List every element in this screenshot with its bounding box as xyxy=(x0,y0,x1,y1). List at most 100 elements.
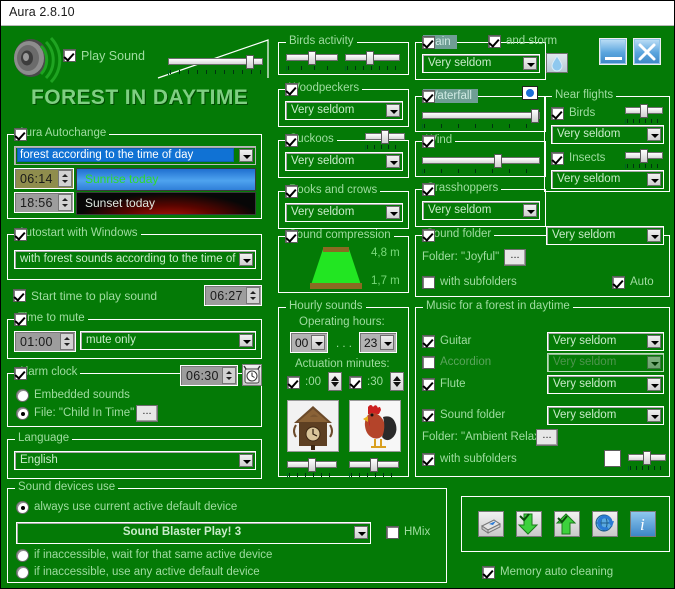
near-flights-birds-combo[interactable]: Very seldom xyxy=(551,125,664,144)
play-sound-checkbox[interactable] xyxy=(63,49,76,62)
rain-checkbox[interactable] xyxy=(422,36,435,49)
master-volume-slider[interactable] xyxy=(168,55,263,75)
music-blank-checkbox[interactable] xyxy=(604,450,621,467)
spinner-updown-icon[interactable] xyxy=(58,194,72,211)
chevron-down-icon[interactable] xyxy=(523,204,537,217)
chevron-down-icon[interactable] xyxy=(386,104,400,117)
device-any-radio[interactable] xyxy=(16,566,29,579)
sunrise-time-spinner[interactable]: 06:14 xyxy=(14,168,74,189)
start-time-checkbox[interactable] xyxy=(13,289,26,302)
near-flights-insects-slider[interactable] xyxy=(625,149,663,169)
chevron-down-icon[interactable] xyxy=(380,335,394,350)
waterfall-dot-button[interactable] xyxy=(522,86,538,100)
near-flights-insects-checkbox[interactable] xyxy=(551,152,564,165)
slider-thumb[interactable] xyxy=(494,154,502,168)
sound-folder-top-subfolders-checkbox[interactable] xyxy=(422,276,435,289)
info-icon[interactable]: i xyxy=(630,511,656,537)
alarm-time-spinner[interactable]: 06:30 xyxy=(180,365,238,386)
chevron-down-icon[interactable] xyxy=(239,454,253,467)
minute-30-checkbox[interactable] xyxy=(349,376,362,389)
spinner-updown-icon[interactable] xyxy=(60,333,74,350)
printer-icon[interactable] xyxy=(478,511,504,537)
hourly-slider-right[interactable] xyxy=(349,458,399,478)
hour-to-select[interactable]: 23 xyxy=(359,332,397,353)
sunset-time-spinner[interactable]: 18:56 xyxy=(14,192,74,213)
spinner-updown-icon[interactable] xyxy=(58,170,72,187)
cuckoos-slider[interactable] xyxy=(365,130,405,150)
memory-auto-cleaning-checkbox[interactable] xyxy=(482,566,495,579)
sound-folder-top-auto-checkbox[interactable] xyxy=(612,276,625,289)
chevron-down-icon[interactable] xyxy=(647,378,661,391)
chevron-down-icon[interactable] xyxy=(354,526,368,539)
alarm-clock-icon[interactable] xyxy=(242,364,262,386)
music-guitar-checkbox[interactable] xyxy=(422,335,435,348)
chevron-down-icon[interactable] xyxy=(311,335,325,350)
autostart-checkbox[interactable] xyxy=(14,228,27,241)
spinner-updown-icon[interactable] xyxy=(246,287,260,304)
music-accordion-checkbox[interactable] xyxy=(422,356,435,369)
close-button[interactable] xyxy=(633,38,661,65)
file-sound-radio[interactable] xyxy=(16,407,29,420)
hour-from-select[interactable]: 00 xyxy=(290,332,328,353)
slider-thumb[interactable] xyxy=(366,51,374,65)
cuckoos-checkbox[interactable] xyxy=(285,134,298,147)
rain-combo[interactable]: Very seldom xyxy=(422,54,540,73)
waterfall-slider[interactable] xyxy=(422,109,540,129)
grasshoppers-combo[interactable]: Very seldom xyxy=(422,201,540,220)
hmix-checkbox[interactable] xyxy=(386,526,399,539)
water-droplet-icon[interactable] xyxy=(546,53,568,73)
music-folder-browse-button[interactable]: ... xyxy=(536,429,558,446)
chevron-down-icon[interactable] xyxy=(647,335,661,348)
autochange-mode-combo[interactable]: forest according to the time of day xyxy=(14,146,256,165)
alarm-file-browse-button[interactable]: ... xyxy=(136,405,158,422)
woodpeckers-combo[interactable]: Very seldom xyxy=(285,101,403,120)
chevron-down-icon[interactable] xyxy=(647,356,661,369)
hourly-slider-left[interactable] xyxy=(287,458,337,478)
mute-duration-spinner[interactable]: 01:00 xyxy=(14,331,76,352)
language-combo[interactable]: English xyxy=(14,451,256,470)
grasshoppers-checkbox[interactable] xyxy=(422,183,435,196)
birds-activity-slider-left[interactable] xyxy=(286,51,338,71)
sound-folder-top-browse-button[interactable]: ... xyxy=(504,249,526,266)
music-slider[interactable] xyxy=(628,451,666,471)
download-icon[interactable] xyxy=(516,511,542,537)
sound-compression-checkbox[interactable] xyxy=(285,230,298,243)
slider-thumb[interactable] xyxy=(308,458,316,472)
music-sound-folder-checkbox[interactable] xyxy=(422,409,435,422)
music-guitar-combo[interactable]: Very seldom xyxy=(547,332,664,351)
alarm-clock-checkbox[interactable] xyxy=(14,367,27,380)
storm-checkbox[interactable] xyxy=(488,35,501,48)
sound-folder-top-checkbox[interactable] xyxy=(422,229,435,242)
music-flute-checkbox[interactable] xyxy=(422,378,435,391)
slider-thumb[interactable] xyxy=(640,149,648,163)
autostart-mode-combo[interactable]: with forest sounds according to the time… xyxy=(14,250,256,269)
music-accordion-combo[interactable]: Very seldom xyxy=(547,353,664,372)
slider-thumb[interactable] xyxy=(531,109,539,123)
aura-autochange-checkbox[interactable] xyxy=(14,128,27,141)
embedded-sounds-radio[interactable] xyxy=(16,389,29,402)
woodpeckers-checkbox[interactable] xyxy=(285,83,298,96)
slider-thumb[interactable] xyxy=(640,104,648,118)
device-wait-radio[interactable] xyxy=(16,549,29,562)
sound-folder-top-combo[interactable]: Very seldom xyxy=(546,226,664,245)
upload-icon[interactable] xyxy=(554,511,580,537)
chevron-down-icon[interactable] xyxy=(647,128,661,141)
music-flute-combo[interactable]: Very seldom xyxy=(547,375,664,394)
chevron-down-icon[interactable] xyxy=(647,229,661,242)
near-flights-birds-checkbox[interactable] xyxy=(551,107,564,120)
chevron-down-icon[interactable] xyxy=(647,409,661,422)
cuckoos-combo[interactable]: Very seldom xyxy=(285,152,403,171)
rooks-checkbox[interactable] xyxy=(285,185,298,198)
chevron-down-icon[interactable] xyxy=(523,57,537,70)
chevron-down-icon[interactable] xyxy=(647,173,661,186)
music-subfolders-checkbox[interactable] xyxy=(422,453,435,466)
chevron-down-icon[interactable] xyxy=(239,334,253,347)
slider-thumb[interactable] xyxy=(643,451,651,465)
rooster-image[interactable] xyxy=(349,400,401,452)
rooks-combo[interactable]: Very seldom xyxy=(285,203,403,222)
device-always-radio[interactable] xyxy=(16,501,29,514)
music-sound-folder-combo[interactable]: Very seldom xyxy=(547,406,664,425)
spinner-updown-icon[interactable] xyxy=(222,367,236,384)
birds-activity-slider-right[interactable] xyxy=(345,51,400,71)
cuckoo-clock-image[interactable] xyxy=(287,400,339,452)
